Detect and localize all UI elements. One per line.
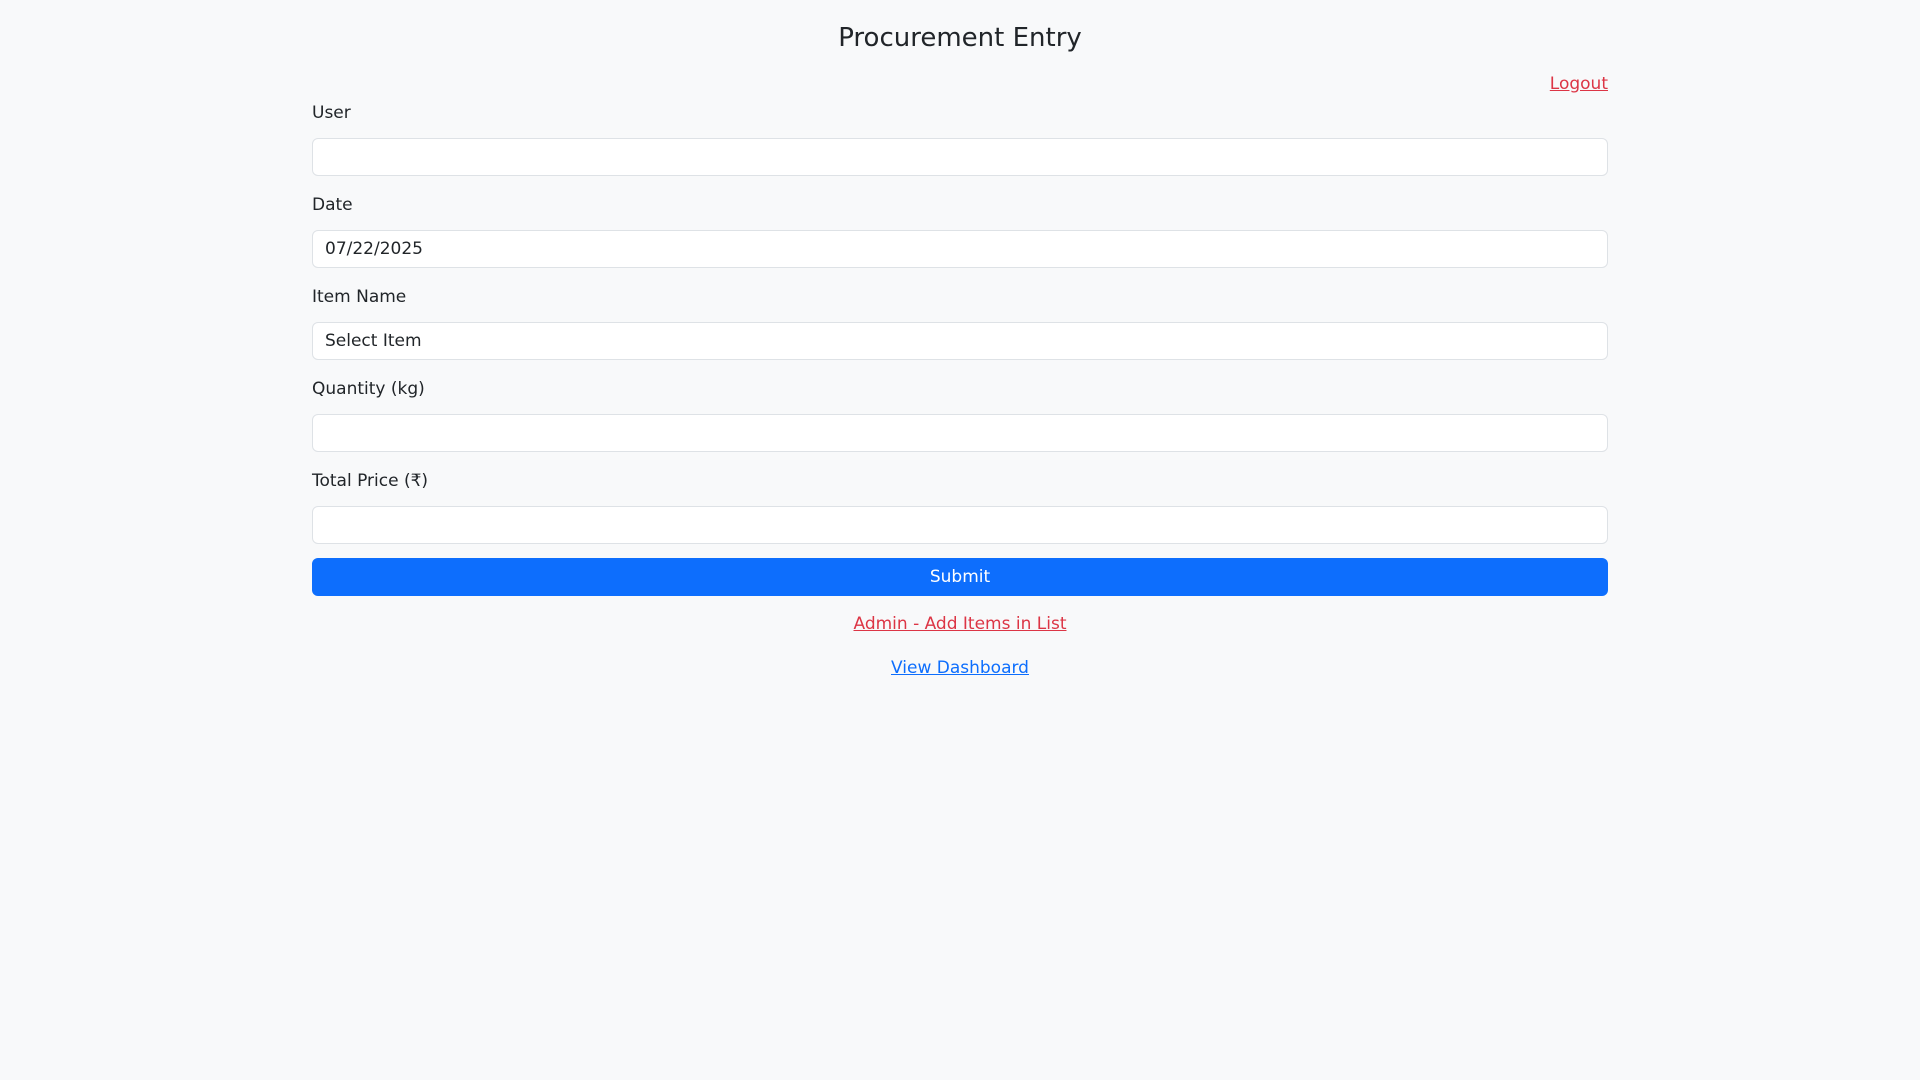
date-input[interactable] <box>312 230 1608 268</box>
item-field: Item Name Select Item <box>312 286 1608 360</box>
logout-row: Logout <box>312 74 1608 102</box>
admin-add-items-link[interactable]: Admin - Add Items in List <box>853 614 1066 634</box>
view-dashboard-link[interactable]: View Dashboard <box>891 658 1029 678</box>
item-select[interactable]: Select Item <box>312 322 1608 360</box>
item-label: Item Name <box>312 287 407 307</box>
date-label: Date <box>312 195 353 215</box>
quantity-field: Quantity (kg) <box>312 378 1608 452</box>
price-input[interactable] <box>312 506 1608 544</box>
price-field: Total Price (₹) <box>312 470 1608 544</box>
submit-button[interactable]: Submit <box>312 558 1608 596</box>
quantity-input[interactable] <box>312 414 1608 452</box>
user-label: User <box>312 103 351 123</box>
user-input[interactable] <box>312 138 1608 176</box>
user-field: User <box>312 102 1608 176</box>
form-container: Logout User Date Item Name Select Item Q… <box>312 74 1608 678</box>
date-field: Date <box>312 194 1608 268</box>
item-select-value: Select Item <box>325 331 422 351</box>
admin-link-row: Admin - Add Items in List <box>312 614 1608 634</box>
page-title: Procurement Entry <box>838 23 1082 53</box>
quantity-label: Quantity (kg) <box>312 379 425 399</box>
dashboard-link-row: View Dashboard <box>312 658 1608 678</box>
price-label: Total Price (₹) <box>312 471 429 491</box>
procurement-page: Procurement Entry Logout User Date Item … <box>0 0 1920 1080</box>
logout-link[interactable]: Logout <box>1550 74 1608 94</box>
